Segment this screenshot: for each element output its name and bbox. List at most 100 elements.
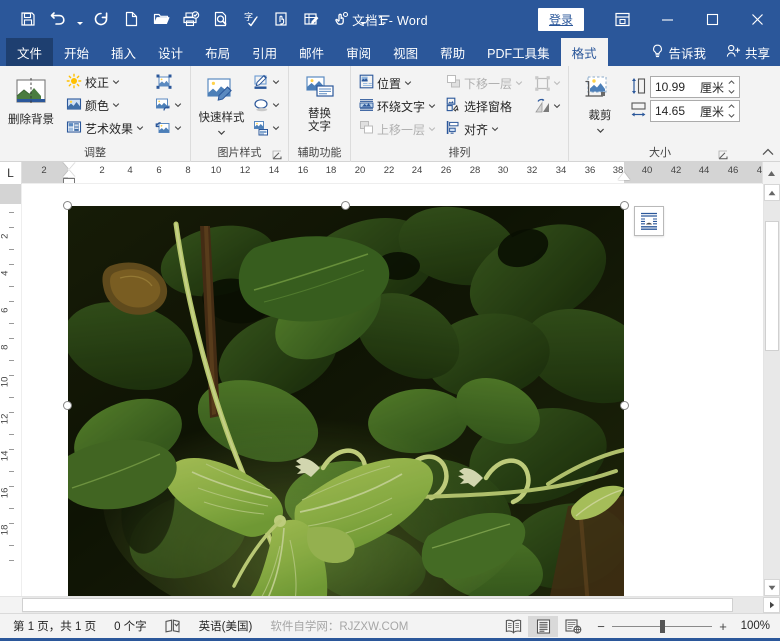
chevron-down-icon[interactable]	[428, 99, 436, 113]
zoom-out-button[interactable]: −	[596, 619, 606, 634]
vertical-ruler[interactable]: 2 4 6 8 10 12 14 16 18	[0, 184, 22, 596]
vertical-scroll-track[interactable]	[764, 201, 780, 579]
zoom-level[interactable]: 100%	[736, 620, 776, 632]
hanging-indent-marker[interactable]	[63, 170, 75, 177]
chevron-down-icon[interactable]	[136, 121, 144, 135]
vertical-scroll-thumb[interactable]	[765, 221, 779, 351]
stepper-down-icon[interactable]	[726, 111, 737, 120]
tab-review[interactable]: 审阅	[335, 38, 382, 66]
change-picture-button[interactable]	[151, 94, 185, 116]
position-button[interactable]: 位置	[356, 72, 439, 94]
scroll-right-arrow-icon[interactable]	[763, 597, 780, 613]
tab-layout[interactable]: 布局	[194, 38, 241, 66]
quick-styles-button[interactable]: 快速样式	[196, 75, 247, 141]
language-indicator[interactable]: 英语(美国)	[190, 616, 262, 637]
leaf-vine-photo[interactable]	[68, 206, 624, 596]
corrections-button[interactable]: 校正	[63, 71, 147, 93]
horizontal-scroll-track[interactable]	[22, 597, 763, 613]
minimize-button[interactable]	[645, 0, 690, 38]
touch-mode-icon[interactable]	[267, 6, 295, 32]
zoom-slider[interactable]: − +	[596, 619, 728, 634]
scroll-down-arrow-icon[interactable]	[764, 579, 780, 596]
selected-picture[interactable]	[68, 206, 624, 596]
quick-print-icon[interactable]	[177, 6, 205, 32]
new-document-icon[interactable]	[117, 6, 145, 32]
shape-width-stepper[interactable]	[726, 102, 737, 120]
tab-design[interactable]: 设计	[147, 38, 194, 66]
horizontal-ruler[interactable]: 2 2 4 6 8 10 12 14 16 18 20 22 24 26 28 …	[22, 162, 762, 184]
ribbon-display-options-icon[interactable]	[600, 0, 645, 38]
tab-pdf-tools[interactable]: PDF工具集	[476, 38, 561, 66]
chevron-down-icon[interactable]	[596, 123, 605, 137]
picture-effects-button[interactable]	[249, 94, 283, 116]
compress-pictures-icon[interactable]	[151, 71, 177, 93]
chevron-down-icon[interactable]	[112, 98, 120, 112]
tab-file[interactable]: 文件	[6, 38, 53, 66]
chevron-down-icon[interactable]	[491, 122, 499, 136]
zoom-track[interactable]	[612, 626, 712, 627]
alt-text-button[interactable]: 替换 文字	[294, 73, 345, 136]
undo-dropdown-icon[interactable]	[74, 6, 85, 32]
selection-pane-button[interactable]: 选择窗格	[443, 95, 526, 117]
chevron-down-icon[interactable]	[217, 125, 226, 139]
resize-handle-top-middle[interactable]	[341, 201, 350, 210]
spelling-check-icon[interactable]: 字	[237, 6, 265, 32]
tab-insert[interactable]: 插入	[100, 38, 147, 66]
resize-handle-top-left[interactable]	[63, 201, 72, 210]
word-count[interactable]: 0 个字	[105, 616, 156, 637]
chevron-down-icon[interactable]	[404, 76, 412, 90]
page-canvas[interactable]	[22, 184, 763, 596]
shape-height-field[interactable]: 10.99 厘米	[650, 76, 740, 98]
horizontal-scroll-thumb[interactable]	[22, 598, 733, 612]
tab-mailings[interactable]: 邮件	[288, 38, 335, 66]
color-button[interactable]: 颜色	[63, 94, 147, 116]
tell-me-button[interactable]: 告诉我	[641, 38, 716, 66]
horizontal-scrollbar[interactable]	[0, 596, 780, 613]
page-info[interactable]: 第 1 页，共 1 页	[4, 616, 105, 637]
document-page[interactable]	[22, 184, 763, 596]
signin-button[interactable]: 登录	[538, 8, 584, 31]
resize-handle-middle-left[interactable]	[63, 401, 72, 410]
crop-button[interactable]: 裁剪	[574, 73, 626, 139]
redo-icon[interactable]	[87, 6, 115, 32]
zoom-thumb[interactable]	[660, 620, 665, 633]
close-button[interactable]	[735, 0, 780, 38]
resize-handle-top-right[interactable]	[620, 201, 629, 210]
wrap-text-button[interactable]: 环绕文字	[356, 95, 439, 117]
first-line-indent-marker[interactable]	[63, 162, 75, 169]
tab-references[interactable]: 引用	[241, 38, 288, 66]
collapse-ribbon-icon[interactable]	[760, 144, 776, 160]
picture-border-button[interactable]	[249, 71, 283, 93]
open-folder-icon[interactable]	[147, 6, 175, 32]
print-preview-icon[interactable]	[207, 6, 235, 32]
artistic-effects-button[interactable]: 艺术效果	[63, 117, 147, 139]
stepper-down-icon[interactable]	[726, 87, 737, 96]
layout-options-button[interactable]	[634, 206, 664, 236]
tab-help[interactable]: 帮助	[429, 38, 476, 66]
stepper-up-icon[interactable]	[726, 78, 737, 87]
undo-icon[interactable]	[44, 6, 72, 32]
picture-styles-dialog-launcher[interactable]	[272, 150, 283, 161]
reset-picture-button[interactable]	[151, 117, 185, 139]
tab-home[interactable]: 开始	[53, 38, 100, 66]
right-indent-marker[interactable]	[618, 172, 630, 180]
picture-layout-button[interactable]	[249, 117, 283, 139]
share-button[interactable]: 共享	[716, 38, 780, 66]
read-mode-icon[interactable]	[498, 616, 528, 637]
tab-view[interactable]: 视图	[382, 38, 429, 66]
draw-table-icon[interactable]	[297, 6, 325, 32]
tab-picture-format[interactable]: 格式	[561, 38, 608, 66]
size-dialog-launcher[interactable]	[718, 150, 729, 161]
touch-mouse-mode-icon[interactable]	[327, 6, 355, 32]
rotate-objects-button[interactable]	[530, 95, 564, 117]
resize-handle-middle-right[interactable]	[620, 401, 629, 410]
maximize-button[interactable]	[690, 0, 735, 38]
remove-background-button[interactable]: 删除背景	[5, 75, 57, 129]
tab-stop-selector[interactable]: L	[0, 162, 22, 184]
zoom-in-button[interactable]: +	[718, 619, 728, 634]
touch-mouse-dropdown-icon[interactable]	[357, 6, 368, 32]
vertical-scrollbar[interactable]	[763, 184, 780, 596]
chevron-down-icon[interactable]	[112, 75, 120, 89]
proofing-errors-icon[interactable]	[156, 616, 190, 637]
shape-width-field[interactable]: 14.65 厘米	[650, 100, 740, 122]
